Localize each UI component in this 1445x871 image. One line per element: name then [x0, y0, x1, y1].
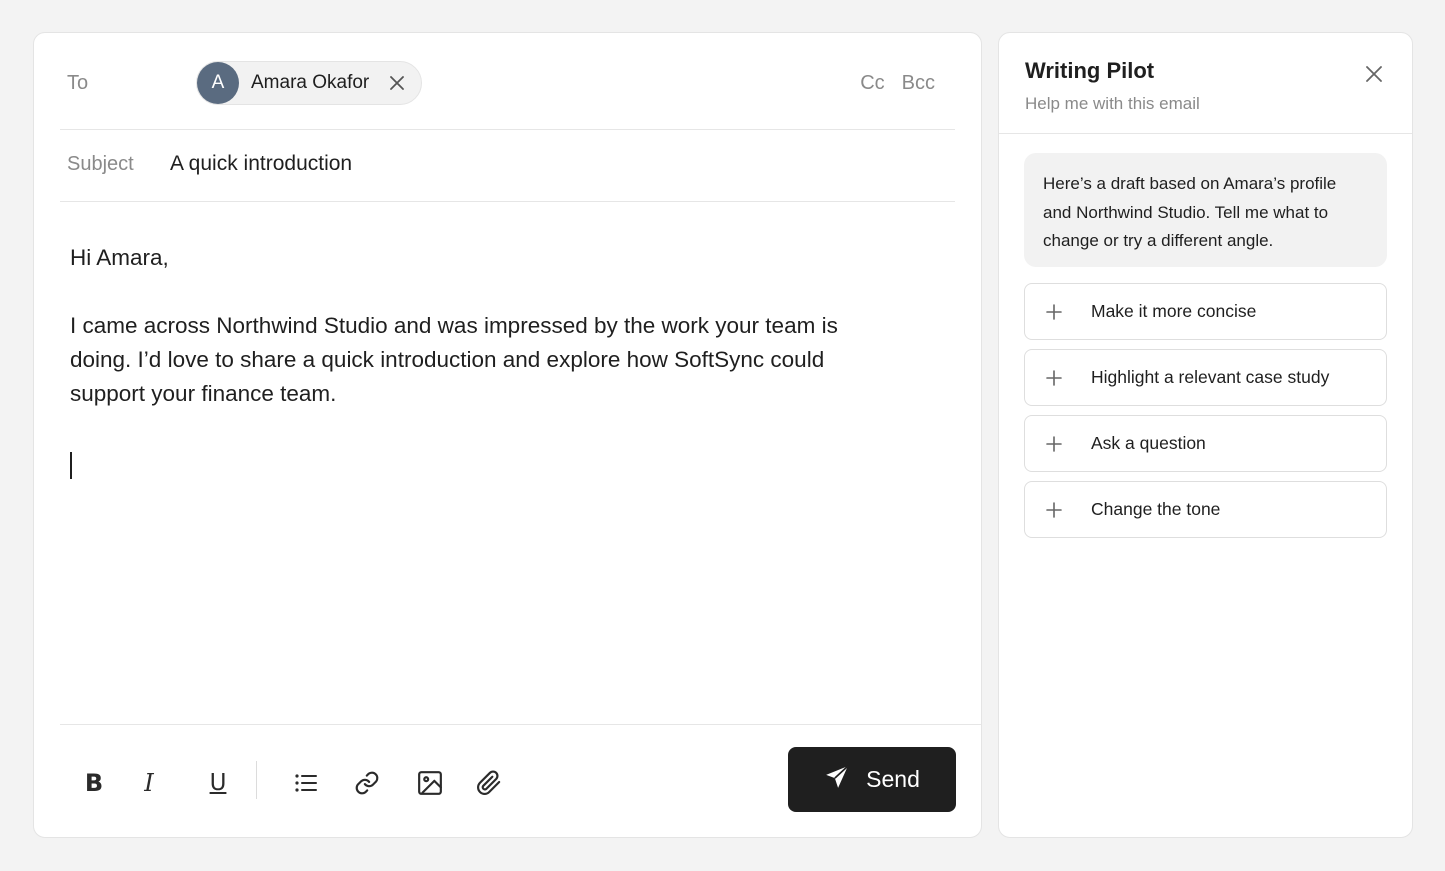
to-row: To A Amara Okafor Cc Bcc	[60, 33, 955, 130]
subject-row: Subject A quick introduction	[60, 130, 955, 202]
plus-icon	[1045, 369, 1063, 387]
suggestion-change-tone[interactable]: Change the tone	[1024, 481, 1387, 538]
suggestion-case-study[interactable]: Highlight a relevant case study	[1024, 349, 1387, 406]
subject-label: Subject	[67, 153, 134, 175]
suggestion-label: Highlight a relevant case study	[1091, 367, 1330, 387]
recipient-name: Amara Okafor	[251, 72, 370, 93]
send-icon	[824, 764, 850, 796]
pilot-header: Writing Pilot Help me with this email	[999, 33, 1412, 134]
cc-button[interactable]: Cc	[860, 72, 884, 95]
compose-panel: To A Amara Okafor Cc Bcc Subject A quick…	[33, 32, 982, 838]
suggestion-ask-question[interactable]: Ask a question	[1024, 415, 1387, 472]
body-paragraph: I came across Northwind Studio and was i…	[70, 313, 838, 406]
formatting-toolbar: B I U Send	[60, 724, 981, 838]
body-greeting: Hi Amara,	[70, 245, 169, 270]
plus-icon	[1045, 435, 1063, 453]
assistant-message: Here’s a draft based on Amara’s profile …	[1024, 153, 1387, 267]
suggestion-label: Change the tone	[1091, 499, 1221, 519]
italic-button[interactable]: I	[131, 765, 167, 801]
bcc-button[interactable]: Bcc	[902, 72, 935, 95]
suggestion-label: Make it more concise	[1091, 301, 1257, 321]
remove-recipient-icon[interactable]	[389, 75, 405, 91]
image-icon[interactable]	[412, 765, 448, 801]
subject-input[interactable]: A quick introduction	[170, 152, 352, 176]
toolbar-divider	[256, 761, 257, 799]
close-icon[interactable]	[1364, 64, 1384, 84]
send-button[interactable]: Send	[788, 747, 956, 812]
suggestion-label: Ask a question	[1091, 433, 1206, 453]
plus-icon	[1045, 303, 1063, 321]
text-cursor	[70, 452, 72, 479]
pilot-subtitle: Help me with this email	[1025, 94, 1200, 113]
avatar: A	[197, 62, 239, 104]
to-label: To	[67, 72, 89, 94]
suggestion-concise[interactable]: Make it more concise	[1024, 283, 1387, 340]
email-body-editor[interactable]: Hi Amara, I came across Northwind Studio…	[70, 241, 840, 445]
pilot-title: Writing Pilot	[1025, 58, 1155, 83]
bold-button[interactable]: B	[76, 765, 112, 801]
link-icon[interactable]	[349, 765, 385, 801]
underline-button[interactable]: U	[200, 765, 236, 801]
paperclip-icon[interactable]	[471, 765, 507, 801]
send-label: Send	[866, 766, 920, 792]
recipient-chip[interactable]: A Amara Okafor	[196, 61, 423, 105]
writing-pilot-panel: Writing Pilot Help me with this email He…	[998, 32, 1413, 838]
bullet-list-icon[interactable]	[288, 765, 324, 801]
plus-icon	[1045, 501, 1063, 519]
